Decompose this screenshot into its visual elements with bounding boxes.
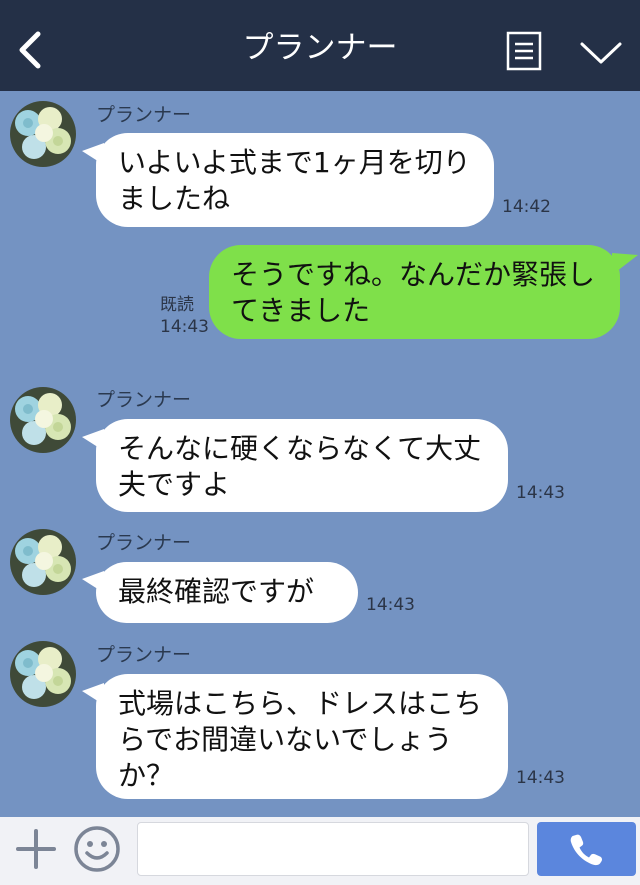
message-time: 14:43 xyxy=(366,595,415,615)
message-time: 14:43 xyxy=(516,768,565,788)
avatar[interactable] xyxy=(10,387,76,453)
message-bubble[interactable]: 最終確認ですが xyxy=(96,562,358,623)
sender-name: プランナー xyxy=(96,104,192,126)
avatar[interactable] xyxy=(10,641,76,707)
avatar[interactable] xyxy=(10,529,76,595)
sender-name: プランナー xyxy=(96,644,192,666)
rose-bouquet-icon xyxy=(10,529,76,595)
rose-bouquet-icon xyxy=(10,641,76,707)
read-status: 既読 xyxy=(160,295,194,315)
message-time: 14:43 xyxy=(160,317,209,337)
chat-area[interactable]: プランナー いよいよ式まで1ヶ月を切りましたね 14:42 既読 14:43 そ… xyxy=(0,91,640,817)
message-bubble[interactable]: 式場はこちら、ドレスはこちらでお間違いないでしょうか？ xyxy=(96,674,508,799)
bubble-tail xyxy=(612,253,638,275)
phone-icon xyxy=(570,834,602,866)
chat-title: プランナー xyxy=(242,30,398,66)
menu-list-icon[interactable] xyxy=(506,31,542,71)
sender-name: プランナー xyxy=(96,389,192,411)
message-input-bar xyxy=(0,817,640,885)
avatar[interactable] xyxy=(10,101,76,167)
smiley-icon[interactable] xyxy=(73,825,121,873)
rose-bouquet-icon xyxy=(10,387,76,453)
message-bubble[interactable]: いよいよ式まで1ヶ月を切りましたね xyxy=(96,133,494,227)
message-time: 14:43 xyxy=(516,483,565,503)
message-bubble[interactable]: そんなに硬くならなくて大丈夫ですよ xyxy=(96,419,508,512)
rose-bouquet-icon xyxy=(10,101,76,167)
chevron-down-icon[interactable] xyxy=(579,38,623,68)
message-bubble-outgoing[interactable]: そうですね。なんだか緊張してきました xyxy=(209,245,620,339)
chat-header: プランナー xyxy=(0,0,640,91)
sender-name: プランナー xyxy=(96,532,192,554)
plus-icon[interactable] xyxy=(14,827,58,871)
message-input[interactable] xyxy=(137,822,529,876)
call-button[interactable] xyxy=(537,822,636,876)
message-time: 14:42 xyxy=(502,197,551,217)
